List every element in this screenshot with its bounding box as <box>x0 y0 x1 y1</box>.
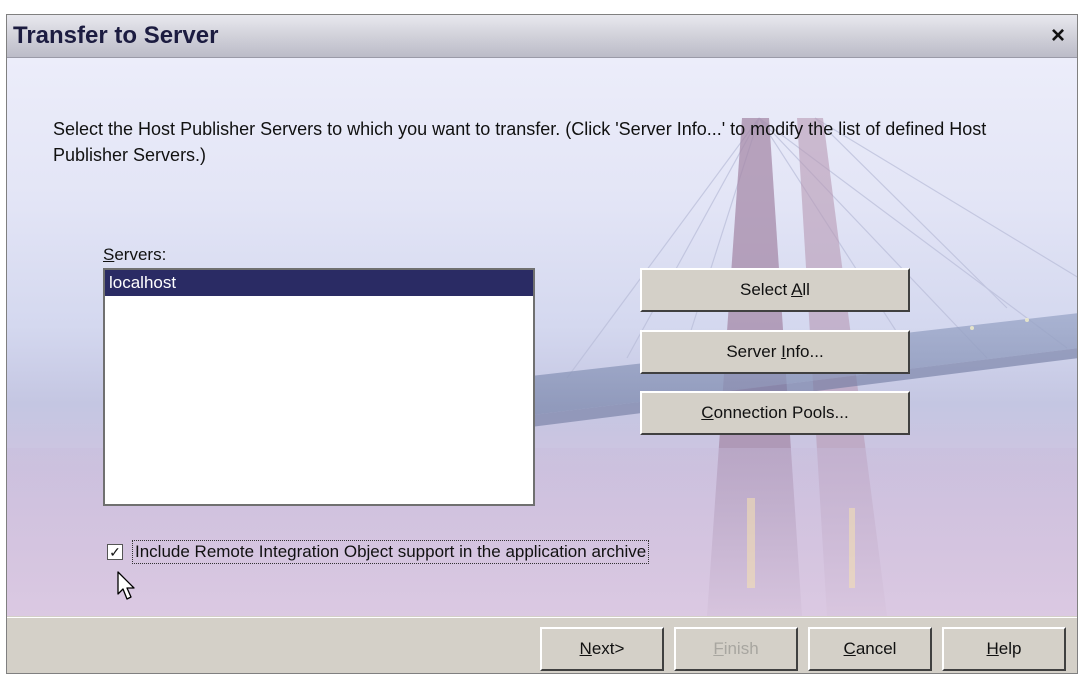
close-icon[interactable]: × <box>1045 23 1071 49</box>
cancel-button[interactable]: Cancel <box>808 627 932 671</box>
dialog-content: Select the Host Publisher Servers to whi… <box>7 58 1077 616</box>
connection-pools-button[interactable]: Connection Pools... <box>640 391 910 435</box>
instruction-text: Select the Host Publisher Servers to whi… <box>53 119 987 165</box>
transfer-dialog: Transfer to Server × Select the Host Pub… <box>6 14 1078 674</box>
window-title: Transfer to Server <box>13 22 219 49</box>
finish-button[interactable]: Finish <box>674 627 798 671</box>
remote-support-label[interactable]: Include Remote Integration Object suppor… <box>132 540 650 564</box>
help-button[interactable]: Help <box>942 627 1066 671</box>
servers-label: Servers: <box>103 245 167 264</box>
button-bar: Next> Finish Cancel Help <box>7 617 1077 673</box>
server-item-localhost[interactable]: localhost <box>105 270 533 296</box>
next-button[interactable]: Next> <box>540 627 664 671</box>
title-bar[interactable]: Transfer to Server × <box>7 15 1077 58</box>
remote-support-checkbox[interactable]: ✓ <box>107 544 123 560</box>
select-all-button[interactable]: Select All <box>640 268 910 312</box>
servers-listbox[interactable]: localhost <box>103 268 535 506</box>
server-info-button[interactable]: Server Info... <box>640 330 910 374</box>
mouse-pointer-icon <box>117 571 135 600</box>
